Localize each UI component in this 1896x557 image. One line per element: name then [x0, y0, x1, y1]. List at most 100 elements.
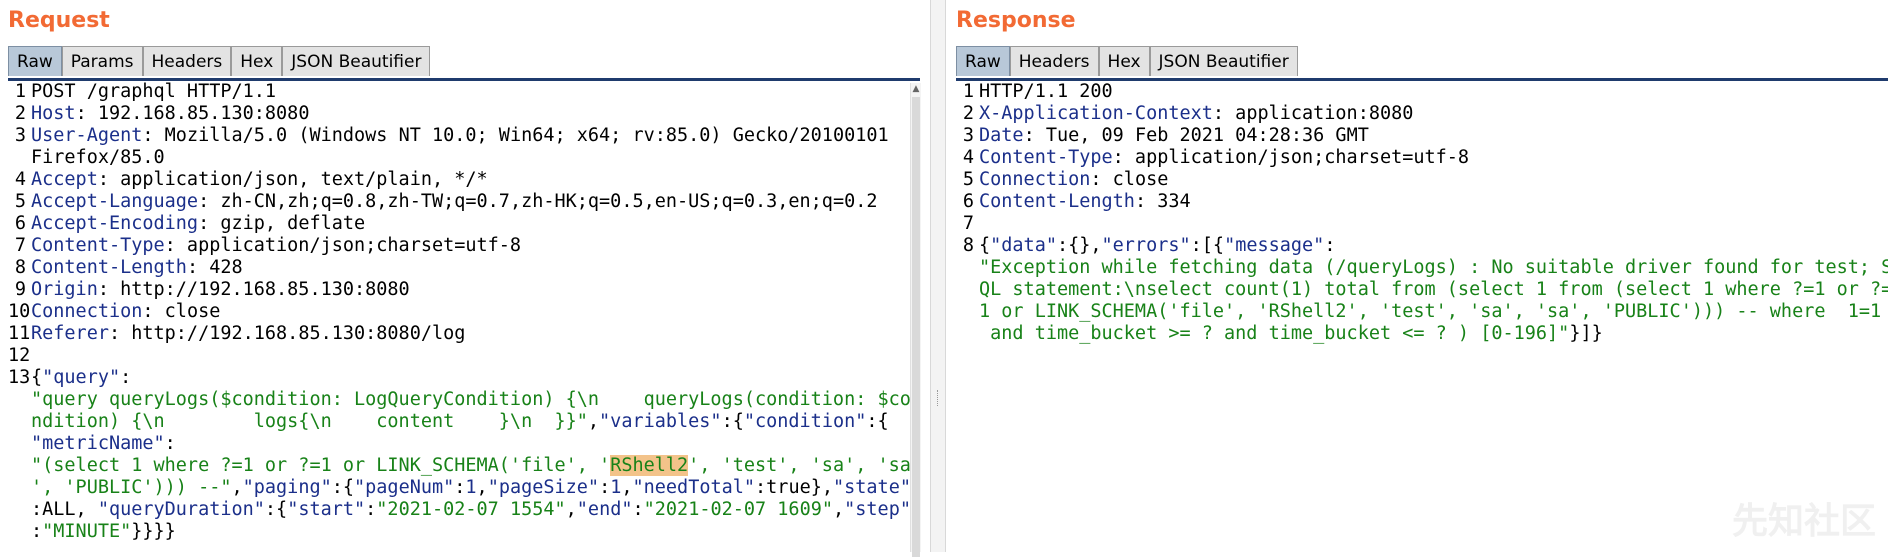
- line-number: 8: [14, 257, 26, 278]
- line-number: [956, 279, 979, 301]
- code-line: "metricName":: [8, 433, 920, 455]
- line-text: "(select 1 where ?=1 or ?=1 or LINK_SCHE…: [31, 455, 911, 477]
- code-token: Content-Type: [979, 147, 1113, 168]
- line-number: 5: [962, 169, 974, 190]
- request-tab-hex[interactable]: Hex: [231, 46, 283, 76]
- code-token: "pageNum": [354, 477, 455, 498]
- line-text: Connection: close: [31, 301, 220, 323]
- response-tab-headers[interactable]: Headers: [1009, 46, 1099, 76]
- request-tab-json-beautifier[interactable]: JSON Beautifier: [282, 46, 431, 76]
- line-text: and time_bucket >= ? and time_bucket <= …: [979, 323, 1603, 345]
- code-token: 1: [465, 477, 477, 498]
- code-token: :: [365, 499, 377, 520]
- line-number: [8, 477, 31, 499]
- code-line: :ALL, "queryDuration":{"start":"2021-02-…: [8, 499, 920, 521]
- line-text: Origin: http://192.168.85.130:8080: [31, 279, 410, 301]
- response-editor[interactable]: 1 HTTP/1.1 200 2 X-Application-Context: app…: [956, 81, 1888, 552]
- code-token: "paging": [242, 477, 332, 498]
- code-token: : Mozilla/5.0 (Windows NT 10.0; Win64; x…: [142, 125, 889, 146]
- line-number: 12: [8, 345, 31, 366]
- line-text: {"data":{},"errors":[{"message":: [979, 235, 1335, 257]
- line-text: "Exception while fetching data (/queryLo…: [979, 257, 1888, 279]
- code-token: "errors": [1101, 235, 1191, 256]
- line-number: [8, 389, 31, 411]
- code-token: ndition) {\n logs{\n content }\n }}": [31, 411, 588, 432]
- code-token: :true},: [755, 477, 833, 498]
- request-editor[interactable]: 1 POST /graphql HTTP/1.1 2 Host: 192.168.85…: [8, 81, 920, 552]
- code-token: "MINUTE": [42, 521, 132, 542]
- response-tab-raw[interactable]: Raw: [956, 46, 1010, 76]
- line-text: Date: Tue, 09 Feb 2021 04:28:36 GMT: [979, 125, 1369, 147]
- code-token: ,: [587, 411, 600, 432]
- code-token: }}}}: [131, 521, 176, 542]
- code-line: 4 Content-Type: application/json;charset=…: [956, 147, 1888, 169]
- code-token: :{: [264, 499, 288, 520]
- code-token: ,: [565, 499, 577, 520]
- code-token: Connection: [31, 301, 143, 322]
- code-token: QL statement:\nselect count(1) total fro…: [979, 279, 1888, 300]
- code-token: {: [979, 235, 991, 256]
- code-line: 7 Content-Type: application/json;charset=…: [8, 235, 920, 257]
- line-number: 10: [8, 301, 31, 322]
- scroll-up-arrow-icon[interactable]: ▲: [911, 83, 921, 95]
- code-token: ,: [476, 477, 488, 498]
- request-tab-params[interactable]: Params: [61, 46, 143, 76]
- code-token: : application/json;charset=utf-8: [1112, 147, 1470, 168]
- code-token: : application/json;charset=utf-8: [164, 235, 522, 256]
- request-scrollbar[interactable]: ▲: [910, 83, 921, 557]
- line-text: {"query":: [31, 367, 131, 389]
- code-line: 10 Connection: close: [8, 301, 920, 323]
- line-number: [956, 257, 979, 279]
- code-line: 8 {"data":{},"errors":[{"message":: [956, 235, 1888, 257]
- code-token: : 428: [186, 257, 243, 278]
- code-token: :ALL,: [31, 499, 98, 520]
- code-token: :: [164, 433, 176, 454]
- code-line: 2 X-Application-Context: application:8080: [956, 103, 1888, 125]
- code-token: : application:8080: [1212, 103, 1414, 124]
- code-token: Date: [979, 125, 1024, 146]
- code-token: X-Application-Context: [979, 103, 1213, 124]
- line-number: 11: [8, 323, 31, 344]
- code-token: "2021-02-07 1554": [376, 499, 566, 520]
- line-text: Accept-Encoding: gzip, deflate: [31, 213, 365, 235]
- code-token: "step": [844, 499, 911, 520]
- line-number: 7: [14, 235, 26, 256]
- request-tab-raw[interactable]: Raw: [8, 46, 62, 76]
- panel-splitter[interactable]: [930, 0, 946, 552]
- code-token: :{: [866, 411, 889, 432]
- request-tab-headers[interactable]: Headers: [142, 46, 232, 76]
- code-token: "Exception while fetching data (/queryLo…: [979, 257, 1888, 278]
- line-text: Content-Type: application/json;charset=u…: [979, 147, 1469, 169]
- code-line: Firefox/85.0: [8, 147, 920, 169]
- code-token: Content-Length: [979, 191, 1135, 212]
- line-number: 6: [962, 191, 974, 212]
- request-title: Request: [8, 8, 110, 33]
- line-text: Host: 192.168.85.130:8080: [31, 103, 309, 125]
- code-token: Referer: [31, 323, 109, 344]
- line-number: 7: [962, 213, 974, 234]
- line-number: 4: [14, 169, 26, 190]
- code-token: : close: [142, 301, 221, 322]
- line-number: 2: [962, 103, 974, 124]
- code-token: }]}: [1569, 323, 1603, 344]
- code-token: ,: [621, 477, 633, 498]
- response-tab-hex[interactable]: Hex: [1098, 46, 1150, 76]
- code-line: 3 User-Agent: Mozilla/5.0 (Windows NT 10.…: [8, 125, 920, 147]
- line-text: "metricName":: [31, 433, 176, 455]
- code-token: ,: [833, 499, 845, 520]
- code-line: 1 or LINK_SCHEMA('file', 'RShell2', 'tes…: [956, 301, 1888, 323]
- line-number: 6: [14, 213, 26, 234]
- code-token: 1: [610, 477, 622, 498]
- code-line: 7: [956, 213, 1888, 235]
- line-text: Content-Length: 334: [979, 191, 1191, 213]
- code-token: Origin: [31, 279, 98, 300]
- response-tab-json-beautifier[interactable]: JSON Beautifier: [1149, 46, 1298, 76]
- code-line: 12: [8, 345, 920, 367]
- code-line: 5 Accept-Language: zh-CN,zh;q=0.8,zh-TW;q…: [8, 191, 920, 213]
- line-text: ndition) {\n logs{\n content }\n }}","va…: [31, 411, 889, 433]
- line-number: 5: [14, 191, 26, 212]
- splitter-grip-icon[interactable]: [937, 390, 941, 406]
- code-token: : http://192.168.85.130:8080: [97, 279, 410, 300]
- line-number: [8, 411, 31, 433]
- scrollbar-thumb[interactable]: [912, 97, 920, 557]
